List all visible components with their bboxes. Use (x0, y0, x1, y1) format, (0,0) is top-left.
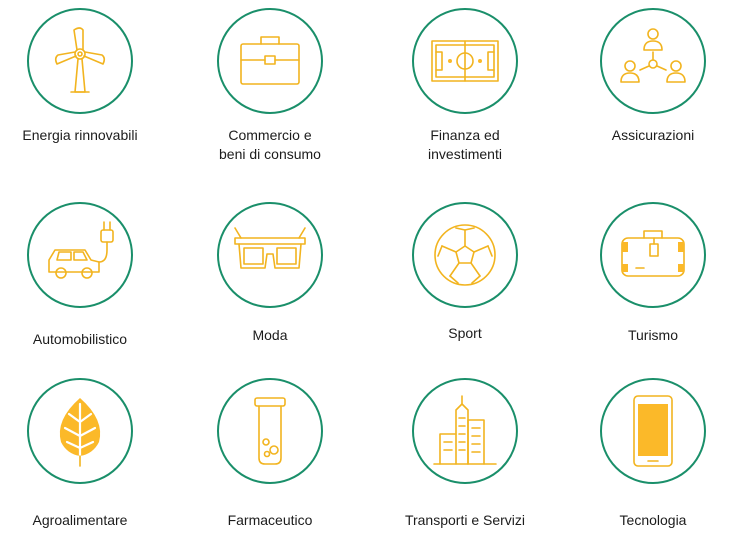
leaf-icon (59, 398, 101, 467)
sector-automobilistico[interactable]: Automobilistico (0, 202, 160, 352)
sector-label: Transporti e Servizi (404, 512, 526, 528)
sector-label: Automobilistico (32, 331, 128, 347)
sector-assicurazioni[interactable]: Assicurazioni (573, 8, 731, 158)
sector-icon-circle (27, 378, 133, 484)
electric-car-icon (48, 221, 114, 279)
glasses-icon (234, 227, 306, 269)
sector-turismo[interactable]: Turismo (573, 202, 731, 352)
sector-label: Moda (252, 327, 288, 343)
sector-label: Agroalimentare (32, 512, 128, 528)
sector-energia-rinnovabili[interactable]: Energia rinnovabili (0, 8, 160, 158)
people-network-icon (620, 28, 686, 83)
sector-icon-circle (27, 8, 133, 114)
briefcase-icon (240, 36, 300, 85)
sector-label: Turismo (627, 327, 679, 343)
sector-farmaceutico[interactable]: Farmaceutico (190, 378, 350, 528)
sector-label: Assicurazioni (611, 127, 695, 143)
suitcase-icon (621, 230, 685, 277)
banknote-icon (431, 40, 499, 82)
soccer-ball-icon (434, 224, 496, 286)
sector-icon-circle (217, 8, 323, 114)
sector-tecnologia[interactable]: Tecnologia (573, 378, 731, 528)
test-tube-icon (254, 397, 286, 465)
smartphone-icon (633, 395, 673, 467)
sector-icon-circle (600, 202, 706, 308)
sector-moda[interactable]: Moda (190, 202, 350, 352)
sector-label: Commercio e beni di consumo (219, 127, 321, 162)
sector-commercio[interactable]: Commercio e beni di consumo (190, 8, 350, 162)
sector-agroalimentare[interactable]: Agroalimentare (0, 378, 160, 528)
sector-transporti[interactable]: Transporti e Servizi (385, 378, 545, 528)
wind-turbine-icon (54, 27, 106, 93)
sector-icon-circle (217, 202, 323, 308)
sector-icon-circle (600, 378, 706, 484)
sector-label: Sport (448, 325, 482, 341)
sector-icon-circle (412, 378, 518, 484)
sector-icon-circle (412, 202, 518, 308)
sector-icon-circle (412, 8, 518, 114)
sector-icon-circle (600, 8, 706, 114)
sector-label: Tecnologia (619, 512, 687, 528)
sector-finanza[interactable]: Finanza ed investimenti (385, 8, 545, 162)
sector-label: Farmaceutico (227, 512, 313, 528)
sector-label: Energia rinnovabili (22, 127, 138, 143)
sector-icon-circle (217, 378, 323, 484)
sector-label: Finanza ed investimenti (428, 127, 502, 162)
sector-icon-circle (27, 202, 133, 308)
sector-sport[interactable]: Sport (385, 202, 545, 352)
buildings-icon (433, 395, 497, 465)
